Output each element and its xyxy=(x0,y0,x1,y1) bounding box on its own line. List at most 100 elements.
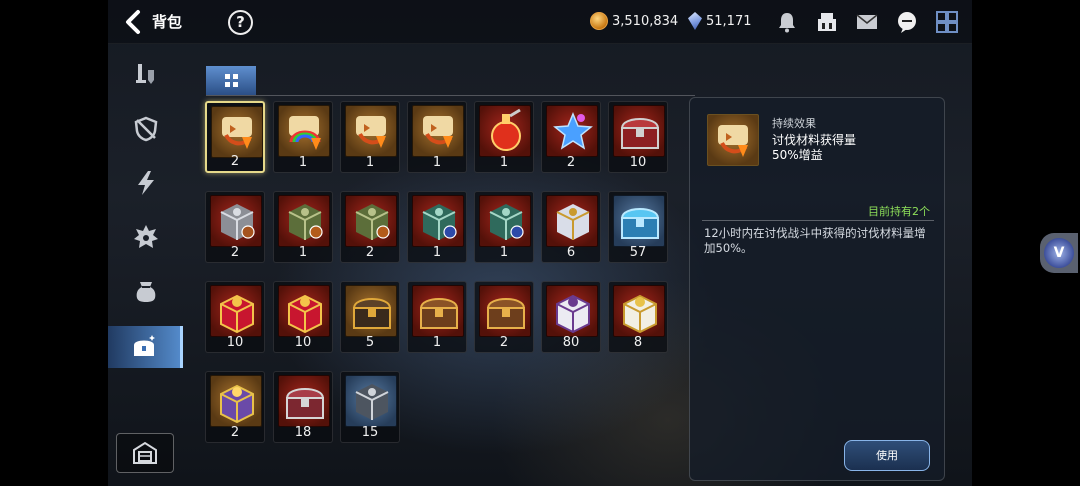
inventory-slot[interactable]: 2 xyxy=(205,191,265,263)
red-potion-icon xyxy=(479,105,531,157)
nav-chest[interactable] xyxy=(108,326,183,368)
menu-grid-icon xyxy=(936,11,958,33)
item-count: 1 xyxy=(432,155,442,170)
nav-weapon[interactable] xyxy=(108,54,183,96)
steel-cube-icon xyxy=(345,375,397,427)
owned-count: 目前持有2个 xyxy=(868,205,930,218)
mail-button[interactable] xyxy=(854,9,880,35)
back-arrow-icon xyxy=(126,10,140,34)
crystal-icon xyxy=(688,12,702,30)
inventory-slot[interactable]: 1 xyxy=(273,101,333,173)
inventory-slot[interactable]: 1 xyxy=(474,191,534,263)
bell-button[interactable] xyxy=(774,9,800,35)
inventory-slot[interactable]: 2 xyxy=(474,281,534,353)
item-detail-panel: 持续效果 讨伐材料获得量 50%增益 目前持有2个 12小时内在讨伐战斗中获得的… xyxy=(689,97,945,481)
inventory-slot[interactable]: 1 xyxy=(340,101,400,173)
red-gift-box-icon xyxy=(278,285,330,337)
inventory-slot[interactable]: 2 xyxy=(340,191,400,263)
wood-gold-chest-icon xyxy=(412,285,464,337)
scroll-claw-icon xyxy=(345,105,397,157)
teal-cube-icon xyxy=(479,195,531,247)
white-purple-box-icon xyxy=(546,285,598,337)
grid-icon xyxy=(224,74,238,87)
item-count: 2 xyxy=(230,425,240,440)
detail-description: 12小时内在讨伐战斗中获得的讨伐材料量增加50%。 xyxy=(704,226,926,255)
inventory-slot[interactable]: 6 xyxy=(541,191,601,263)
v-logo-icon: V xyxy=(1044,238,1074,268)
item-count: 1 xyxy=(298,245,308,260)
treasure-chest-icon xyxy=(134,335,155,356)
help-button[interactable]: ? xyxy=(228,10,253,35)
nav-consumable[interactable] xyxy=(108,270,183,312)
item-count: 2 xyxy=(230,154,240,169)
storage-icon xyxy=(133,441,157,464)
item-count: 10 xyxy=(226,335,244,350)
crimson-chest-icon xyxy=(278,375,330,427)
inventory-slot[interactable]: 18 xyxy=(273,371,333,443)
nav-armor[interactable] xyxy=(108,108,183,150)
guild-button[interactable] xyxy=(814,9,840,35)
crystal-amount: 51,171 xyxy=(706,13,752,29)
inventory-slot[interactable]: 1 xyxy=(407,191,467,263)
item-count: 10 xyxy=(629,155,647,170)
inventory-slot[interactable]: 10 xyxy=(205,281,265,353)
back-button[interactable] xyxy=(120,8,150,36)
bell-icon xyxy=(779,13,795,33)
item-count: 8 xyxy=(633,335,643,350)
inventory-slot[interactable]: 80 xyxy=(541,281,601,353)
inventory-slot[interactable]: 10 xyxy=(608,101,668,173)
detail-divider xyxy=(702,220,934,221)
game-stage: 背包 ? 3,510,834 51,171 2 1 1 1 1 2 10 2 1… xyxy=(108,0,972,486)
use-button[interactable]: 使用 xyxy=(844,440,930,471)
dark-gold-chest-icon xyxy=(345,285,397,337)
purple-gold-box-icon xyxy=(210,375,262,427)
nav-skill[interactable] xyxy=(108,162,183,204)
red-chest-icon xyxy=(613,105,665,157)
menu-grid-button[interactable] xyxy=(934,9,960,35)
item-count: 2 xyxy=(499,335,509,350)
chat-button[interactable] xyxy=(894,9,920,35)
floating-assistant-button[interactable]: V xyxy=(1040,233,1078,273)
top-icons xyxy=(774,9,960,35)
detail-name: 讨伐材料获得量 50%增益 xyxy=(772,133,932,163)
crystal-currency: 51,171 xyxy=(688,12,752,30)
inventory-slot[interactable]: 57 xyxy=(608,191,668,263)
pouch-icon xyxy=(136,282,155,302)
green-cube-icon xyxy=(278,195,330,247)
inventory-slot[interactable]: 1 xyxy=(273,191,333,263)
top-bar: 背包 ? 3,510,834 51,171 xyxy=(108,0,972,44)
inventory-slot[interactable]: 5 xyxy=(340,281,400,353)
scroll-rainbow-icon xyxy=(278,105,330,157)
inventory-slot[interactable]: 8 xyxy=(608,281,668,353)
item-count: 57 xyxy=(629,245,647,260)
inventory-slot[interactable]: 2 xyxy=(205,371,265,443)
blue-star-icon xyxy=(546,105,598,157)
inventory-slot[interactable]: 1 xyxy=(407,101,467,173)
item-count: 18 xyxy=(294,425,312,440)
inventory-slot[interactable]: 1 xyxy=(407,281,467,353)
inventory-slot[interactable]: 2 xyxy=(205,101,265,173)
tab-row xyxy=(206,66,695,96)
silver-cube-icon xyxy=(210,195,262,247)
detail-thumbnail xyxy=(707,114,759,166)
detail-name-line1: 讨伐材料获得量 xyxy=(772,133,857,147)
white-gold-box-icon xyxy=(613,285,665,337)
gold-currency: 3,510,834 xyxy=(590,12,678,30)
lightning-icon xyxy=(137,171,154,195)
detail-name-line2: 50%增益 xyxy=(772,148,823,162)
inventory-slot[interactable]: 15 xyxy=(340,371,400,443)
inventory-slot[interactable]: 1 xyxy=(474,101,534,173)
inventory-slot[interactable]: 10 xyxy=(273,281,333,353)
tab-all[interactable] xyxy=(206,66,256,95)
inventory-slot[interactable]: 2 xyxy=(541,101,601,173)
weapon-icon xyxy=(135,64,154,84)
item-count: 6 xyxy=(566,245,576,260)
item-count: 2 xyxy=(566,155,576,170)
spiky-gem-icon xyxy=(133,225,158,248)
nav-material[interactable] xyxy=(108,216,183,258)
guild-icon xyxy=(818,13,836,31)
storage-button[interactable] xyxy=(116,433,174,473)
item-count: 5 xyxy=(365,335,375,350)
item-count: 1 xyxy=(499,155,509,170)
gold-coin-icon xyxy=(590,12,608,30)
